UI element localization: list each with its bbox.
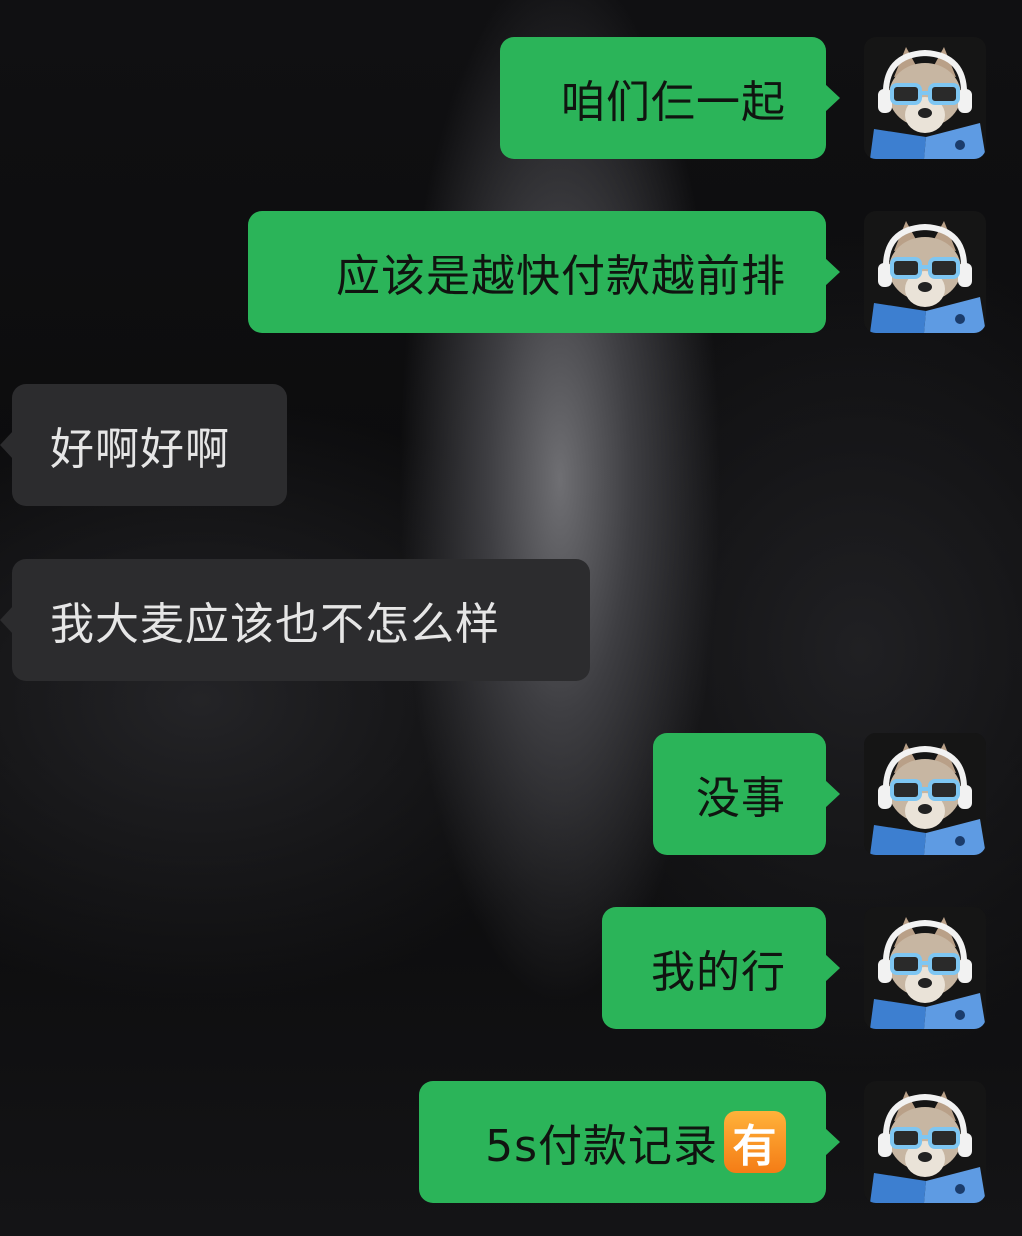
message-row: 没事 (0, 733, 1022, 855)
chat-message-list[interactable]: 咱们仨一起 应该是越快付款越前排 好啊好啊 我大麦应该也不怎么样 没事 我的行 … (0, 0, 1022, 1236)
message-row: 5s付款记录 有 (0, 1081, 1022, 1203)
bubble-tail (0, 606, 13, 634)
outgoing-message-bubble[interactable]: 我的行 (602, 907, 840, 1029)
incoming-message-bubble[interactable]: 好啊好啊 (0, 384, 287, 506)
bubble-tail (825, 258, 840, 286)
bubble-tail (825, 1128, 840, 1156)
outgoing-message-bubble[interactable]: 应该是越快付款越前排 (248, 211, 840, 333)
outgoing-message-bubble[interactable]: 咱们仨一起 (500, 37, 840, 159)
message-row: 咱们仨一起 (0, 37, 1022, 159)
own-avatar[interactable] (864, 907, 986, 1029)
message-text: 5s付款记录 (485, 1121, 718, 1172)
husky-avatar-icon (864, 1081, 986, 1203)
bubble-tail (825, 954, 840, 982)
message-row: 好啊好啊 (0, 384, 1022, 506)
own-avatar[interactable] (864, 211, 986, 333)
outgoing-message-bubble[interactable]: 5s付款记录 有 (419, 1081, 840, 1203)
husky-avatar-icon (864, 733, 986, 855)
husky-avatar-icon (864, 211, 986, 333)
own-avatar[interactable] (864, 733, 986, 855)
outgoing-message-bubble[interactable]: 没事 (653, 733, 840, 855)
message-text: 我大麦应该也不怎么样 (50, 599, 500, 650)
message-text: 好啊好啊 (50, 424, 230, 475)
message-text: 没事 (696, 773, 786, 824)
message-text: 我的行 (651, 947, 786, 998)
husky-avatar-icon (864, 907, 986, 1029)
bubble-tail (825, 84, 840, 112)
message-text: 咱们仨一起 (561, 77, 786, 128)
message-row: 我大麦应该也不怎么样 (0, 559, 1022, 681)
message-row: 我的行 (0, 907, 1022, 1029)
husky-avatar-icon (864, 37, 986, 159)
message-text: 应该是越快付款越前排 (336, 251, 786, 302)
own-avatar[interactable] (864, 37, 986, 159)
bubble-tail (0, 431, 13, 459)
bubble-tail (825, 780, 840, 808)
own-avatar[interactable] (864, 1081, 986, 1203)
message-row: 应该是越快付款越前排 (0, 211, 1022, 333)
incoming-message-bubble[interactable]: 我大麦应该也不怎么样 (0, 559, 590, 681)
you-emoji-icon: 有 (724, 1111, 786, 1173)
